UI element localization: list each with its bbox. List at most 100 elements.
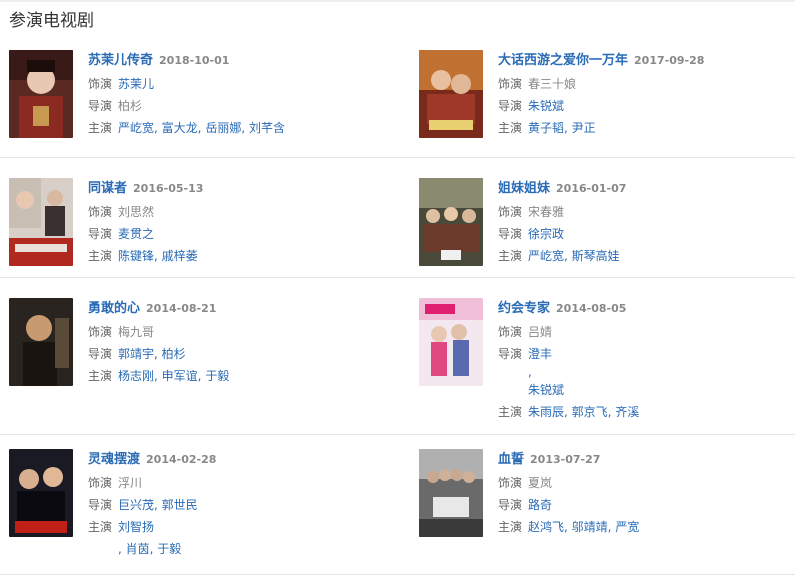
show-title-link[interactable]: 大话西游之爱你一万年 <box>498 53 628 68</box>
show-date: 2018-10-01 <box>159 54 230 67</box>
director-name: 柏杉 <box>118 99 143 113</box>
top-divider <box>0 0 795 2</box>
director-label: 导演 <box>498 347 523 361</box>
role-label: 饰演 <box>498 77 523 91</box>
show-title-link[interactable]: 灵魂摆渡 <box>88 452 140 467</box>
director-link[interactable]: 朱锐斌 <box>528 383 564 397</box>
show-poster[interactable] <box>9 178 73 266</box>
show-title-link[interactable]: 勇敢的心 <box>88 301 140 316</box>
show-date: 2016-05-13 <box>133 182 204 195</box>
cast-link[interactable]: 郭京飞 <box>572 405 608 419</box>
show-info: 约会专家 2014-08-05 饰演 吕婧 导演 澄丰 , 朱锐斌 主演 朱雨辰, 郭京… <box>498 298 795 423</box>
role-name: 春三十娘 <box>528 77 577 91</box>
cast-link[interactable]: 邬靖靖 <box>572 520 608 534</box>
section-title: 参演电视剧 <box>9 11 94 31</box>
cast-link[interactable]: 斯琴高娃 <box>572 249 620 263</box>
director-link[interactable]: 澄丰 <box>528 347 552 361</box>
cast-label: 主演 <box>498 520 523 534</box>
show-poster[interactable] <box>9 298 73 386</box>
role-name: 梅九哥 <box>118 325 155 339</box>
cast-link[interactable]: 富大龙 <box>162 121 198 135</box>
cast-label: 主演 <box>498 121 523 135</box>
show-title-link[interactable]: 苏茉儿传奇 <box>88 53 153 68</box>
cast-link[interactable]: 赵鸿飞 <box>528 520 564 534</box>
show-row: 同谋者 2016-05-13 饰演 刘思然 导演 麦贯之 主演 陈键锋, 戚梓萎 姐妹姐… <box>0 158 795 278</box>
show-info: 同谋者 2016-05-13 饰演 刘思然 导演 麦贯之 主演 陈键锋, 戚梓萎 <box>88 178 388 267</box>
director-link[interactable]: 郭靖宇 <box>118 347 154 361</box>
show-row: 苏茉儿传奇 2018-10-01 饰演 苏茉儿 导演 柏杉 主演 严屹宽, 富大龙, 岳… <box>0 43 795 158</box>
director-link[interactable]: 柏杉 <box>162 347 186 361</box>
cast-link[interactable]: 杨志刚 <box>118 369 154 383</box>
show-row: 灵魂摆渡 2014-02-28 饰演 浮川 导演 巨兴茂, 郭世民 主演 刘智扬 , 肖… <box>0 435 795 575</box>
show-date: 2017-09-28 <box>634 54 705 67</box>
cast-label: 主演 <box>88 369 113 383</box>
show-info: 血誓 2013-07-27 饰演 夏岚 导演 路奇 主演 赵鸿飞, 邬靖靖, 严宽 <box>498 449 795 538</box>
tv-show-grid: 苏茉儿传奇 2018-10-01 饰演 苏茉儿 导演 柏杉 主演 严屹宽, 富大龙, 岳… <box>0 43 795 575</box>
role-label: 饰演 <box>498 205 523 219</box>
director-link[interactable]: 路奇 <box>528 498 552 512</box>
director-link[interactable]: 麦贯之 <box>118 227 154 241</box>
director-label: 导演 <box>88 347 113 361</box>
role-name: 浮川 <box>118 476 143 490</box>
show-date: 2014-08-21 <box>146 302 217 315</box>
cast-link[interactable]: 戚梓萎 <box>162 249 198 263</box>
role-label: 饰演 <box>498 325 523 339</box>
cast-link[interactable]: 于毅 <box>157 542 181 556</box>
director-link[interactable]: 徐宗政 <box>528 227 564 241</box>
show-date: 2016-01-07 <box>556 182 627 195</box>
show-poster[interactable] <box>9 449 73 537</box>
role-name: 宋春雅 <box>528 205 565 219</box>
show-title-link[interactable]: 姐妹姐妹 <box>498 181 550 196</box>
cast-link[interactable]: 陈键锋 <box>118 249 154 263</box>
cast-label: 主演 <box>498 249 523 263</box>
show-date: 2013-07-27 <box>530 453 601 466</box>
director-link[interactable]: 朱锐斌 <box>528 99 564 113</box>
cast-label: 主演 <box>88 121 113 135</box>
cast-link[interactable]: 严宽 <box>615 520 639 534</box>
show-poster[interactable] <box>419 178 483 266</box>
cast-link[interactable]: 肖茵 <box>126 542 150 556</box>
show-title-link[interactable]: 同谋者 <box>88 181 127 196</box>
director-label: 导演 <box>88 227 113 241</box>
role-name: 夏岚 <box>528 476 553 490</box>
show-row: 勇敢的心 2014-08-21 饰演 梅九哥 导演 郭靖宇, 柏杉 主演 杨志刚, 申军… <box>0 278 795 435</box>
show-poster[interactable] <box>419 298 483 386</box>
role-link[interactable]: 苏茉儿 <box>118 77 154 91</box>
cast-link[interactable]: 严屹宽 <box>118 121 154 135</box>
director-label: 导演 <box>498 227 523 241</box>
cast-link[interactable]: 黄子韬 <box>528 121 564 135</box>
director-label: 导演 <box>88 498 113 512</box>
director-link[interactable]: 巨兴茂 <box>118 498 154 512</box>
cast-link[interactable]: 刘智扬 <box>118 520 154 534</box>
show-poster[interactable] <box>9 50 73 138</box>
director-label: 导演 <box>498 498 523 512</box>
show-title-link[interactable]: 血誓 <box>498 452 524 467</box>
cast-label: 主演 <box>88 520 113 534</box>
cast-link[interactable]: 申军谊 <box>162 369 198 383</box>
show-date: 2014-02-28 <box>146 453 217 466</box>
role-label: 饰演 <box>498 476 523 490</box>
cast-link[interactable]: 于毅 <box>205 369 229 383</box>
role-name: 吕婧 <box>528 325 553 339</box>
director-label: 导演 <box>498 99 523 113</box>
role-label: 饰演 <box>88 205 113 219</box>
show-poster[interactable] <box>419 449 483 537</box>
cast-link[interactable]: 齐溪 <box>615 405 639 419</box>
show-poster[interactable] <box>419 50 483 138</box>
director-link[interactable]: 郭世民 <box>162 498 198 512</box>
cast-link[interactable]: 刘芊含 <box>249 121 285 135</box>
cast-link[interactable]: 朱雨辰 <box>528 405 564 419</box>
show-date: 2014-08-05 <box>556 302 627 315</box>
cast-link[interactable]: 严屹宽 <box>528 249 564 263</box>
cast-label: 主演 <box>88 249 113 263</box>
show-info: 苏茉儿传奇 2018-10-01 饰演 苏茉儿 导演 柏杉 主演 严屹宽, 富大龙, 岳… <box>88 50 388 139</box>
show-info: 大话西游之爱你一万年 2017-09-28 饰演 春三十娘 导演 朱锐斌 主演 黄子韬,… <box>498 50 795 139</box>
role-label: 饰演 <box>88 325 113 339</box>
show-title-link[interactable]: 约会专家 <box>498 301 550 316</box>
director-label: 导演 <box>88 99 113 113</box>
cast-link[interactable]: 尹正 <box>572 121 596 135</box>
director-separator: , <box>528 365 532 379</box>
cast-label: 主演 <box>498 405 523 419</box>
cast-link[interactable]: 岳丽娜 <box>205 121 241 135</box>
show-info: 勇敢的心 2014-08-21 饰演 梅九哥 导演 郭靖宇, 柏杉 主演 杨志刚, 申军… <box>88 298 388 387</box>
